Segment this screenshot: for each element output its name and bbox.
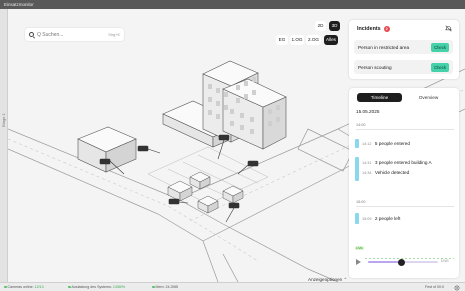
timeline-event[interactable]: 15:09 2 people left — [362, 216, 400, 221]
floor-1og-button[interactable]: 1.OG — [290, 35, 304, 45]
incident-row[interactable]: Person in restricted area Check — [354, 40, 453, 54]
event-text: Vehicle detected — [374, 170, 410, 175]
search-icon — [29, 32, 34, 37]
timeline-divider — [356, 206, 454, 207]
status-dot — [68, 285, 71, 289]
floor-all-button[interactable]: Alles — [324, 35, 338, 45]
play-icon[interactable] — [356, 259, 361, 265]
incidents-panel: Incidents 2 Person in restricted area Ch… — [349, 20, 459, 79]
timeline-event[interactable]: 14:12 5 people entered — [362, 141, 410, 146]
timeline-divider — [356, 129, 454, 130]
search-box[interactable]: Q Suchen... Strg+K — [25, 28, 124, 41]
playback-slider[interactable] — [368, 258, 438, 266]
search-input[interactable]: Q Suchen... — [37, 32, 108, 38]
floor-2og-button[interactable]: 2.OG — [306, 35, 321, 45]
camera-icon[interactable] — [237, 160, 259, 175]
incident-check-button[interactable]: Check — [431, 62, 449, 72]
status-bar: Cameras online: 12/13 Auslastung des Sys… — [0, 282, 465, 291]
status-zoom: Fest of 00:0 — [425, 285, 444, 289]
timeline-live-line — [365, 258, 454, 259]
timeline-event-bar[interactable] — [355, 157, 359, 181]
timeline-event-bar[interactable] — [355, 139, 359, 148]
status-memory: Mem: 24.2MB — [152, 283, 178, 291]
event-time: 15:09 — [362, 217, 372, 221]
incident-row[interactable]: Person scouting Check — [354, 60, 453, 74]
event-time: 14:34 — [362, 171, 372, 175]
timeline-hour-label: 15:00 — [356, 200, 366, 204]
view-2d-button[interactable]: 2D — [315, 21, 326, 31]
settings-icon[interactable] — [454, 285, 460, 291]
playback-slider-knob[interactable] — [398, 258, 406, 266]
bell-off-icon[interactable] — [445, 25, 452, 32]
tab-overview[interactable]: Overview — [406, 93, 451, 102]
camera-icon[interactable] — [217, 134, 230, 160]
event-text: 3 people entered building A — [374, 160, 432, 165]
search-shortcut: Strg+K — [108, 32, 120, 37]
incident-check-button[interactable]: Check — [431, 42, 449, 52]
event-text: 5 people entered — [374, 141, 411, 146]
timeline-event[interactable]: 14:34 Vehicle detected — [362, 170, 409, 175]
incident-label: Person in restricted area — [358, 44, 410, 50]
status-dot — [152, 285, 155, 289]
timeline-panel: Timeline Overview 15.05.2025 14:00 14:12… — [349, 88, 459, 278]
event-time: 14:12 — [362, 142, 372, 146]
window-titlebar: Einsatzmonitor — [0, 0, 465, 9]
left-sidebar-edge[interactable]: Etage 1 — [0, 9, 8, 291]
incident-label: Person scouting — [358, 64, 392, 70]
status-load: Auslastung des Systems: 13/80% — [68, 283, 125, 291]
left-edge-label: Etage 1 — [1, 113, 6, 127]
playback-slider-fill — [368, 261, 402, 263]
live-badge: LIVE — [355, 246, 364, 250]
window-title: Einsatzmonitor — [4, 2, 34, 7]
timeline-event-bar[interactable] — [355, 213, 359, 224]
parking-area — [147, 146, 269, 205]
timeline-hour-label: 14:00 — [356, 123, 366, 127]
camera-icon[interactable] — [137, 145, 161, 154]
timeline-date: 15.05.2025 — [356, 109, 380, 114]
event-time: 14:31 — [362, 161, 372, 165]
status-dot — [4, 285, 7, 289]
view-3d-button[interactable]: 3D — [329, 21, 340, 31]
incidents-header: Incidents 2 — [357, 26, 390, 32]
building-small — [77, 126, 137, 173]
tab-timeline[interactable]: Timeline — [357, 93, 402, 102]
status-cameras: Cameras online: 12/13 — [4, 283, 44, 291]
floor-eg-button[interactable]: EG — [276, 35, 288, 45]
incidents-title: Incidents — [357, 26, 381, 32]
playback-live-label[interactable]: Live — [441, 258, 449, 263]
incidents-count-badge: 2 — [383, 26, 390, 32]
camera-icon[interactable] — [225, 202, 240, 223]
timeline-tabs: Timeline Overview — [355, 93, 452, 102]
event-text: 2 people left — [374, 216, 401, 221]
app-window: Einsatzmonitor Etage 1 Q Suchen... Strg+… — [0, 0, 465, 291]
timeline-event[interactable]: 14:31 3 people entered building A — [362, 160, 432, 165]
timeline-live-strip[interactable]: LIVE — [355, 246, 454, 259]
